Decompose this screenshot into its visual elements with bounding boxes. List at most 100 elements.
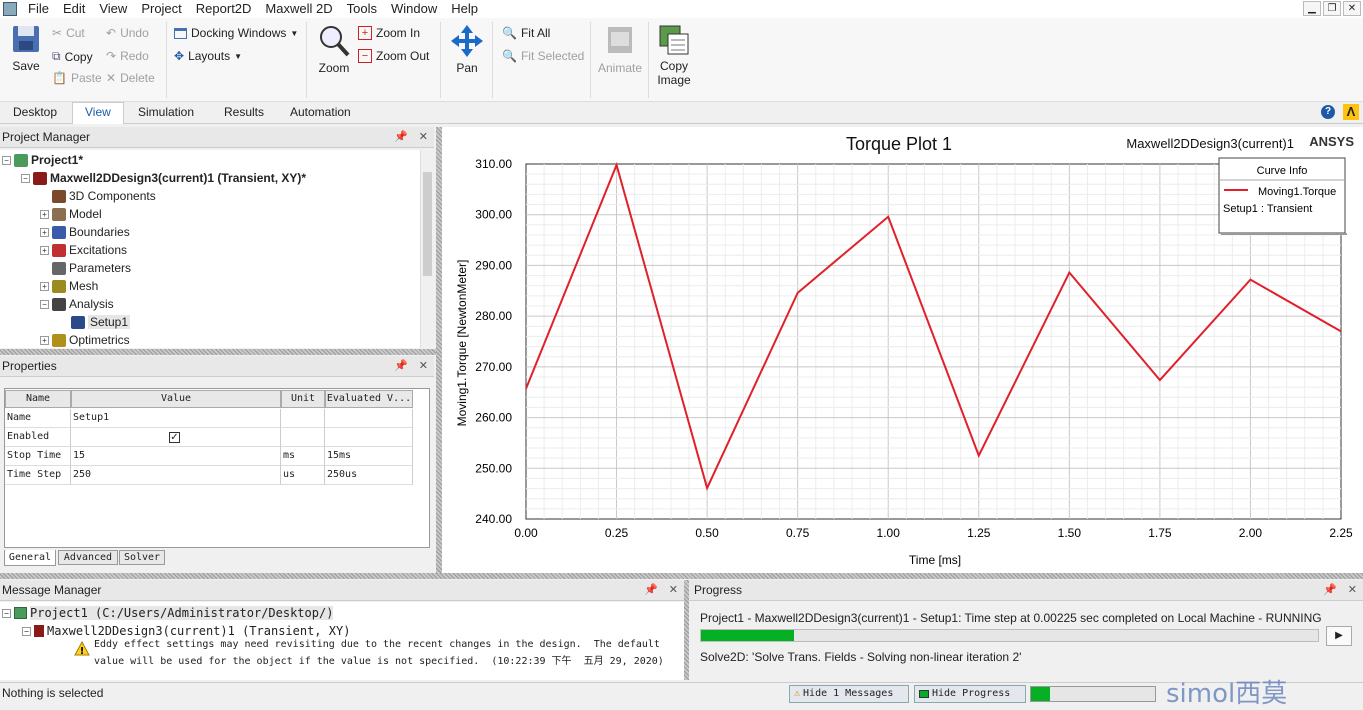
redo-button[interactable]: ↷ Redo: [106, 49, 149, 63]
selection-status: Nothing is selected: [2, 686, 104, 700]
expand-icon[interactable]: +: [40, 245, 49, 255]
menu-maxwell2d[interactable]: Maxwell 2D: [258, 0, 339, 18]
copy-image-button[interactable]: Copy Image: [652, 24, 696, 87]
pin-icon[interactable]: 📌: [1323, 580, 1337, 601]
tab-view[interactable]: View: [72, 102, 124, 124]
scrollbar-thumb[interactable]: [423, 172, 432, 276]
enabled-checkbox[interactable]: ✓: [169, 432, 180, 443]
delete-button[interactable]: ✕ Delete: [106, 71, 155, 85]
tree-item[interactable]: − Project1*: [2, 153, 83, 167]
pin-icon[interactable]: 📌: [394, 356, 408, 377]
paste-button[interactable]: 📋 Paste: [52, 71, 102, 85]
menu-report2d[interactable]: Report2D: [189, 0, 259, 18]
collapse-icon[interactable]: −: [2, 155, 11, 165]
redo-label: Redo: [120, 49, 149, 63]
undo-button[interactable]: ↶ Undo: [106, 26, 149, 40]
layouts-button[interactable]: ✥ Layouts ▼: [174, 49, 242, 63]
menu-tools[interactable]: Tools: [340, 0, 384, 18]
zoom-button[interactable]: Zoom: [314, 24, 354, 75]
close-icon[interactable]: ✕: [1348, 580, 1357, 601]
property-value-cell[interactable]: 15: [71, 447, 281, 466]
copy-button[interactable]: ⧉ Copy: [52, 49, 93, 64]
tab-simulation[interactable]: Simulation: [138, 104, 194, 120]
header-unit[interactable]: Unit: [281, 390, 325, 408]
legend[interactable]: Curve Info Moving1.Torque Setup1 : Trans…: [1218, 157, 1347, 235]
close-icon[interactable]: ✕: [419, 356, 428, 377]
plot-window[interactable]: Torque Plot 1 Maxwell2DDesign3(current)1…: [442, 127, 1363, 573]
menu-window[interactable]: Window: [384, 0, 444, 18]
tree-scrollbar[interactable]: [420, 150, 434, 348]
tree-item[interactable]: − Analysis: [40, 297, 114, 311]
menu-view[interactable]: View: [92, 0, 134, 18]
zoom-in-button[interactable]: + Zoom In: [358, 26, 420, 40]
hide-progress-button[interactable]: Hide Progress: [914, 685, 1026, 703]
header-evaluated[interactable]: Evaluated V...: [325, 390, 413, 408]
message-design-row[interactable]: − Maxwell2DDesign3(current)1 (Transient, …: [22, 624, 350, 638]
tree-item-label: Maxwell2DDesign3(current)1 (Transient, X…: [50, 171, 307, 185]
tree-item[interactable]: Parameters: [40, 261, 131, 275]
tab-desktop[interactable]: Desktop: [13, 104, 57, 120]
horizontal-splitter[interactable]: [0, 573, 1363, 579]
property-name-cell: Name: [5, 409, 71, 428]
tree-item[interactable]: + Mesh: [40, 279, 98, 293]
collapse-icon[interactable]: −: [2, 608, 11, 618]
docking-windows-button[interactable]: Docking Windows ▼: [174, 26, 298, 40]
fit-all-button[interactable]: 🔍 Fit All: [502, 26, 550, 40]
fit-selected-button[interactable]: 🔍 Fit Selected: [502, 49, 584, 63]
pin-icon[interactable]: 📌: [394, 127, 408, 148]
pin-icon[interactable]: 📌: [644, 580, 658, 601]
expand-icon[interactable]: +: [40, 227, 49, 237]
pan-button[interactable]: Pan: [447, 24, 487, 75]
save-button[interactable]: Save: [6, 24, 46, 73]
message-project-row[interactable]: − Project1 (C:/Users/Administrator/Deskto…: [2, 606, 334, 620]
x-tick-label: 1.75: [1148, 526, 1172, 540]
tree-item[interactable]: + Boundaries: [40, 225, 130, 239]
header-value[interactable]: Value: [71, 390, 281, 408]
restore-icon[interactable]: ❐: [1323, 1, 1341, 16]
header-name[interactable]: Name: [5, 390, 71, 408]
tree-item[interactable]: + Optimetrics: [40, 333, 130, 347]
expand-icon[interactable]: +: [40, 281, 49, 291]
tab-results[interactable]: Results: [224, 104, 264, 120]
animate-button[interactable]: Animate: [596, 24, 644, 75]
close-icon[interactable]: ✕: [669, 580, 678, 601]
copy-image-icon: [659, 25, 689, 55]
x-tick-label: 0.50: [695, 526, 719, 540]
x-tick-label: 1.00: [877, 526, 901, 540]
collapse-icon[interactable]: −: [22, 626, 31, 636]
tree-item[interactable]: 3D Components: [40, 189, 156, 203]
close-icon[interactable]: ✕: [419, 127, 428, 148]
property-value-cell[interactable]: 250: [71, 466, 281, 485]
expand-icon[interactable]: +: [40, 335, 49, 345]
help-icon[interactable]: ?: [1321, 105, 1335, 119]
tree-item[interactable]: + Model: [40, 207, 102, 221]
close-icon[interactable]: ✕: [1343, 1, 1361, 16]
tab-solver[interactable]: Solver: [119, 550, 165, 565]
svg-text:!: !: [80, 646, 85, 656]
hide-messages-button[interactable]: ⚠ Hide 1 Messages: [789, 685, 909, 703]
tab-advanced[interactable]: Advanced: [58, 550, 118, 565]
tab-general[interactable]: General: [4, 550, 56, 566]
components-icon: [52, 189, 66, 203]
zoom-out-button[interactable]: − Zoom Out: [358, 49, 429, 63]
zoom-in-icon: +: [358, 26, 372, 40]
cut-button[interactable]: ✂ Cut: [52, 26, 85, 40]
menu-project[interactable]: Project: [134, 0, 188, 18]
properties-tabs: General Advanced Solver: [4, 550, 434, 566]
x-tick-label: 1.50: [1058, 526, 1082, 540]
menu-help[interactable]: Help: [444, 0, 485, 18]
project-manager-titlebar: Project Manager 📌 ✕: [0, 127, 434, 148]
collapse-icon[interactable]: −: [40, 299, 49, 309]
minimize-icon[interactable]: ▁: [1303, 1, 1321, 16]
property-value-cell[interactable]: Setup1: [71, 409, 281, 428]
collapse-icon[interactable]: −: [21, 173, 30, 183]
tree-item[interactable]: + Excitations: [40, 243, 127, 257]
play-icon[interactable]: ▶: [1326, 626, 1352, 646]
tab-automation[interactable]: Automation: [290, 104, 351, 120]
splitter[interactable]: [0, 349, 436, 355]
menu-file[interactable]: File: [21, 0, 56, 18]
menu-edit[interactable]: Edit: [56, 0, 92, 18]
tree-item[interactable]: Setup1: [59, 315, 131, 329]
expand-icon[interactable]: +: [40, 209, 49, 219]
tree-item[interactable]: − Maxwell2DDesign3(current)1 (Transient, …: [21, 171, 306, 185]
